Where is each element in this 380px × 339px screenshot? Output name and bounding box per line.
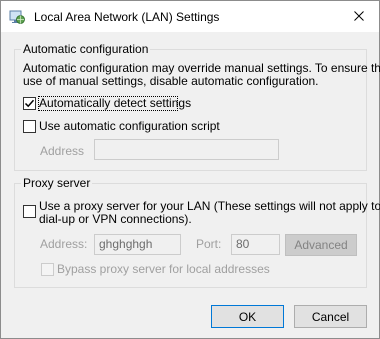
lan-settings-dialog: Local Area Network (LAN) Settings Automa… bbox=[0, 0, 380, 339]
proxy-server-legend: Proxy server bbox=[21, 176, 93, 190]
proxy-address-field[interactable]: ghghghgh bbox=[94, 234, 181, 255]
bypass-local-label[interactable]: Bypass proxy server for local addresses bbox=[57, 263, 270, 276]
bypass-local-checkbox[interactable] bbox=[41, 263, 54, 276]
script-address-field[interactable] bbox=[94, 139, 279, 160]
use-proxy-checkbox[interactable] bbox=[23, 205, 36, 218]
proxy-port-label: Port: bbox=[196, 237, 222, 251]
close-icon[interactable] bbox=[339, 1, 379, 31]
proxy-port-field[interactable]: 80 bbox=[231, 234, 280, 255]
checkmark-icon bbox=[24, 99, 35, 108]
ok-button[interactable]: OK bbox=[211, 305, 284, 328]
cancel-button[interactable]: Cancel bbox=[294, 305, 367, 328]
auto-config-script-label[interactable]: Use automatic configuration script bbox=[39, 120, 220, 133]
auto-config-description-line2: use of manual settings, disable automati… bbox=[23, 74, 319, 88]
auto-config-script-checkbox[interactable] bbox=[23, 120, 36, 133]
network-globe-icon bbox=[9, 9, 25, 25]
window-title: Local Area Network (LAN) Settings bbox=[34, 10, 220, 24]
use-proxy-label-line2[interactable]: dial-up or VPN connections). bbox=[39, 213, 192, 226]
script-address-label: Address bbox=[40, 144, 85, 158]
advanced-button[interactable]: Advanced bbox=[285, 234, 357, 256]
auto-detect-checkbox[interactable] bbox=[23, 97, 36, 110]
title-bar[interactable]: Local Area Network (LAN) Settings bbox=[1, 1, 379, 32]
auto-detect-label[interactable]: Automatically detect settings bbox=[39, 97, 191, 110]
proxy-address-label: Address: bbox=[40, 237, 88, 251]
auto-config-legend: Automatic configuration bbox=[21, 42, 151, 56]
